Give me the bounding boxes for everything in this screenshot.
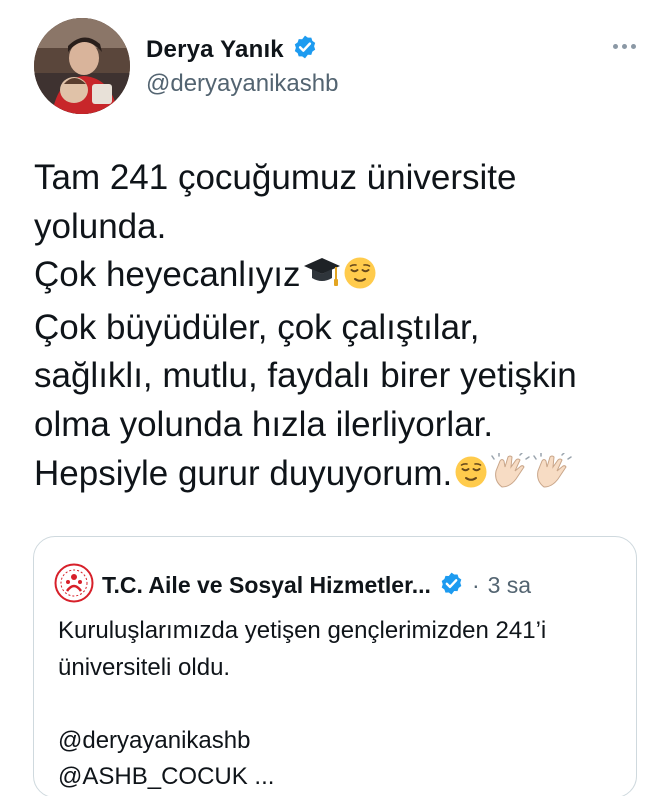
quoted-tweet-text: Kuruluşlarımızda yetişen gençlerimizden …: [58, 613, 628, 796]
tweet-line: olma yolunda hızla ilerliyorlar.: [34, 404, 494, 444]
avatar[interactable]: [34, 18, 130, 114]
quoted-line: Kuruluşlarımızda yetişen gençlerimizden …: [58, 617, 547, 644]
quoted-mention[interactable]: @deryayanikashb: [58, 723, 628, 760]
quoted-tweet-header: T.C. Aile ve Sosyal Hizmetler... · 3 sa: [54, 563, 531, 608]
clapping-hands-emoji: [532, 451, 572, 503]
quoted-line: [58, 686, 628, 723]
author-name-row[interactable]: Derya Yanık: [146, 34, 318, 65]
quoted-author-name[interactable]: T.C. Aile ve Sosyal Hizmetler...: [102, 572, 431, 599]
quoted-tweet[interactable]: T.C. Aile ve Sosyal Hizmetler... · 3 sa …: [33, 536, 637, 796]
tweet-line: Çok büyüdüler, çok çalıştılar,: [34, 307, 480, 347]
graduation-cap-emoji: [303, 254, 341, 304]
more-dots-icon[interactable]: [613, 44, 636, 49]
tweet-line: Tam 241 çocuğumuz üniversite: [34, 158, 517, 197]
quoted-separator: ·: [471, 572, 480, 598]
author-display-name[interactable]: Derya Yanık: [146, 36, 284, 64]
clapping-hands-emoji: [490, 451, 530, 503]
relieved-face-emoji: [343, 255, 377, 304]
author-handle[interactable]: @deryayanikashb: [146, 70, 338, 98]
tweet-text: Tam 241 çocuğumuz üniversite yolunda. Ço…: [34, 154, 644, 502]
tweet-card: Derya Yanık @deryayanikashb Tam 241 çocu…: [0, 0, 670, 796]
verified-badge-icon: [439, 571, 464, 601]
tweet-line-text: Hepsiyle gurur duyuyorum.: [34, 453, 453, 493]
quoted-line: üniversiteli oldu.: [58, 653, 231, 681]
tweet-line-text: Çok heyecanlıyız: [34, 255, 301, 295]
verified-badge-icon: [292, 34, 318, 65]
relieved-face-emoji: [454, 454, 488, 503]
quoted-timestamp[interactable]: 3 sa: [488, 572, 531, 599]
tweet-line: sağlıklı, mutlu, faydalı birer yetişkin: [34, 356, 577, 396]
tweet-line: Hepsiyle gurur duyuyorum.: [34, 450, 644, 503]
tweet-line: yolunda.: [34, 206, 167, 246]
ministry-logo-icon: [54, 563, 94, 608]
quoted-mention[interactable]: @ASHB_COCUK ...: [58, 759, 628, 796]
tweet-line: Çok heyecanlıyız: [34, 251, 644, 304]
